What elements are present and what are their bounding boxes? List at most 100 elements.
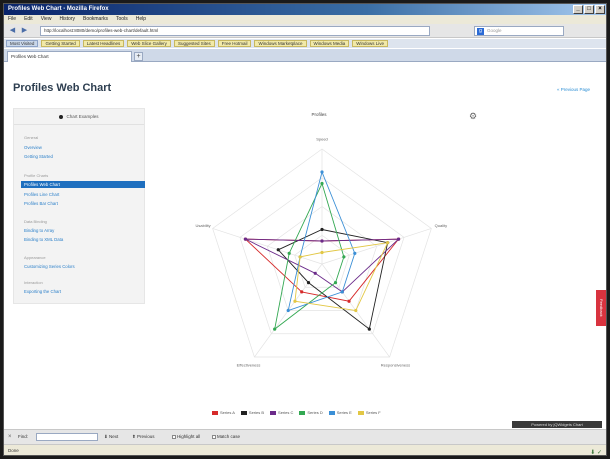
menu-view[interactable]: View bbox=[41, 15, 52, 24]
sidebar-item-profiles-bar-chart[interactable]: Profiles Bar Chart bbox=[24, 201, 58, 206]
minimize-button[interactable]: _ bbox=[573, 5, 583, 14]
window-controls: _ □ × bbox=[573, 5, 605, 14]
legend-item[interactable]: Series C bbox=[270, 410, 293, 415]
data-point bbox=[367, 327, 371, 331]
match-case-label: Match case bbox=[217, 434, 241, 439]
search-input[interactable]: g Google bbox=[474, 26, 564, 36]
close-window-button[interactable]: × bbox=[595, 5, 605, 14]
category-label: Responsiveness bbox=[381, 363, 410, 368]
category-label: Speed bbox=[316, 137, 328, 142]
sidebar-item-series-colors[interactable]: Customizing Series Colors bbox=[24, 264, 75, 269]
legend-swatch bbox=[212, 410, 218, 415]
highlight-all-checkbox[interactable]: Highlight all bbox=[172, 434, 200, 439]
url-bar[interactable]: http://localhost:8080/demo/profiles-web-… bbox=[40, 26, 430, 36]
page-title: Profiles Web Chart bbox=[13, 82, 112, 94]
data-point bbox=[320, 181, 324, 186]
legend-item[interactable]: Series E bbox=[328, 410, 352, 415]
legend-label: Series C bbox=[278, 410, 294, 415]
window-title: Profiles Web Chart - Mozilla Firefox bbox=[8, 6, 109, 12]
find-label: Find: bbox=[18, 434, 29, 439]
legend-label: Series F bbox=[365, 410, 381, 415]
menu-bar: File Edit View History Bookmarks Tools H… bbox=[4, 15, 606, 24]
match-case-checkbox[interactable]: Match case bbox=[212, 434, 240, 439]
tab-strip: Profiles Web Chart + bbox=[4, 49, 606, 62]
checkbox-icon bbox=[172, 434, 176, 439]
sidebar-header[interactable]: Chart Examples bbox=[14, 109, 144, 125]
legend-swatch bbox=[270, 410, 277, 415]
menu-file[interactable]: File bbox=[8, 15, 16, 24]
legend-item[interactable]: Series F bbox=[357, 410, 381, 415]
data-point bbox=[354, 308, 358, 313]
menu-tools[interactable]: Tools bbox=[116, 15, 128, 24]
data-point bbox=[306, 281, 311, 285]
bookmark-most-visited[interactable]: Most Visited bbox=[6, 40, 39, 47]
sidebar-item-exporting[interactable]: Exporting the Chart bbox=[24, 289, 61, 294]
legend-item[interactable]: Series D bbox=[299, 410, 323, 415]
sidebar-section-heading: General bbox=[24, 135, 39, 140]
bookmark-windows-marketplace[interactable]: Windows Marketplace bbox=[254, 40, 307, 47]
data-point bbox=[313, 271, 317, 275]
sidebar: Chart Examples General Overview Getting … bbox=[13, 108, 145, 304]
search-placeholder: Google bbox=[487, 28, 502, 33]
sidebar-section-heading: Appearance bbox=[24, 255, 46, 260]
data-point bbox=[340, 290, 344, 294]
bookmarks-toolbar: Most Visited Getting Started Latest Head… bbox=[4, 39, 606, 48]
highlight-all-label: Highlight all bbox=[177, 434, 201, 439]
radar-chart: Speed Quality Responsiveness Effectiveness U… bbox=[196, 137, 448, 368]
data-point bbox=[293, 299, 297, 303]
sidebar-item-binding-xml[interactable]: Binding to XML Data bbox=[24, 237, 63, 242]
legend-item[interactable]: Series A bbox=[212, 410, 235, 415]
data-point bbox=[276, 248, 280, 252]
data-point bbox=[287, 251, 291, 255]
bookmark-latest-headlines[interactable]: Latest Headlines bbox=[82, 40, 125, 47]
chart-legend: Series A Series B Series C Series D Series E… bbox=[212, 410, 381, 415]
maximize-button[interactable]: □ bbox=[584, 5, 594, 14]
axis-spoke bbox=[212, 228, 323, 265]
sidebar-section-heading: Data Binding bbox=[24, 219, 47, 224]
bookmark-web-slice-gallery[interactable]: Web Slice Gallery bbox=[127, 40, 171, 47]
bookmark-free-hotmail[interactable]: Free Hotmail bbox=[217, 40, 252, 47]
bookmark-suggested-sites[interactable]: Suggested Sites bbox=[173, 40, 215, 47]
close-find-icon[interactable]: × bbox=[8, 434, 12, 440]
sidebar-item-binding-array[interactable]: Binding to Array bbox=[24, 228, 54, 233]
tab-profiles-web-chart[interactable]: Profiles Web Chart bbox=[7, 51, 132, 62]
legend-swatch bbox=[240, 410, 247, 415]
new-tab-button[interactable]: + bbox=[134, 52, 143, 61]
forward-icon[interactable]: ▶ bbox=[20, 26, 29, 35]
find-previous-button[interactable]: ⬆ Previous bbox=[132, 434, 155, 440]
legend-label: Series D bbox=[307, 410, 323, 415]
page-content: Profiles Web Chart « Previous Page Chart… bbox=[4, 63, 606, 429]
menu-help[interactable]: Help bbox=[136, 15, 146, 24]
chart-area: Profiles ⚙ Speed Quality Responsiveness Eff… bbox=[154, 103, 594, 433]
status-text: Done bbox=[8, 448, 19, 453]
axis-spoke bbox=[321, 228, 432, 265]
find-input[interactable] bbox=[36, 433, 98, 441]
bookmark-windows-media[interactable]: Windows Media bbox=[309, 40, 350, 47]
data-point bbox=[320, 227, 324, 232]
previous-page-link[interactable]: « Previous Page bbox=[557, 87, 590, 92]
bookmark-windows-live[interactable]: Windows Live bbox=[352, 40, 389, 47]
bookmark-getting-started[interactable]: Getting Started bbox=[41, 40, 80, 47]
data-point bbox=[243, 237, 248, 241]
bullet-icon bbox=[59, 114, 64, 119]
sidebar-section-heading: Interaction bbox=[24, 280, 43, 285]
find-next-button[interactable]: ⬇ Next bbox=[104, 434, 118, 440]
legend-item[interactable]: Series B bbox=[240, 410, 264, 415]
data-point bbox=[342, 255, 346, 259]
back-icon[interactable]: ◀ bbox=[8, 26, 17, 35]
legend-label: Series A bbox=[220, 410, 235, 415]
data-point bbox=[273, 327, 277, 331]
sidebar-item-getting-started[interactable]: Getting Started bbox=[24, 154, 53, 159]
menu-edit[interactable]: Edit bbox=[24, 15, 33, 24]
sidebar-item-profiles-web-chart[interactable]: Profiles Web Chart bbox=[21, 181, 145, 188]
data-point bbox=[300, 290, 304, 294]
sidebar-item-profiles-line-chart[interactable]: Profiles Line Chart bbox=[24, 192, 59, 197]
data-point bbox=[320, 239, 324, 243]
screen: Profiles Web Chart - Mozilla Firefox _ □… bbox=[3, 3, 607, 456]
feedback-tab[interactable]: Feedback bbox=[596, 290, 606, 326]
sidebar-item-overview[interactable]: Overview bbox=[24, 145, 42, 150]
menu-history[interactable]: History bbox=[59, 15, 75, 24]
powered-by-button[interactable]: Powered by jQWidgets Chart bbox=[512, 421, 602, 428]
menu-bookmarks[interactable]: Bookmarks bbox=[83, 15, 108, 24]
data-point bbox=[386, 241, 390, 245]
